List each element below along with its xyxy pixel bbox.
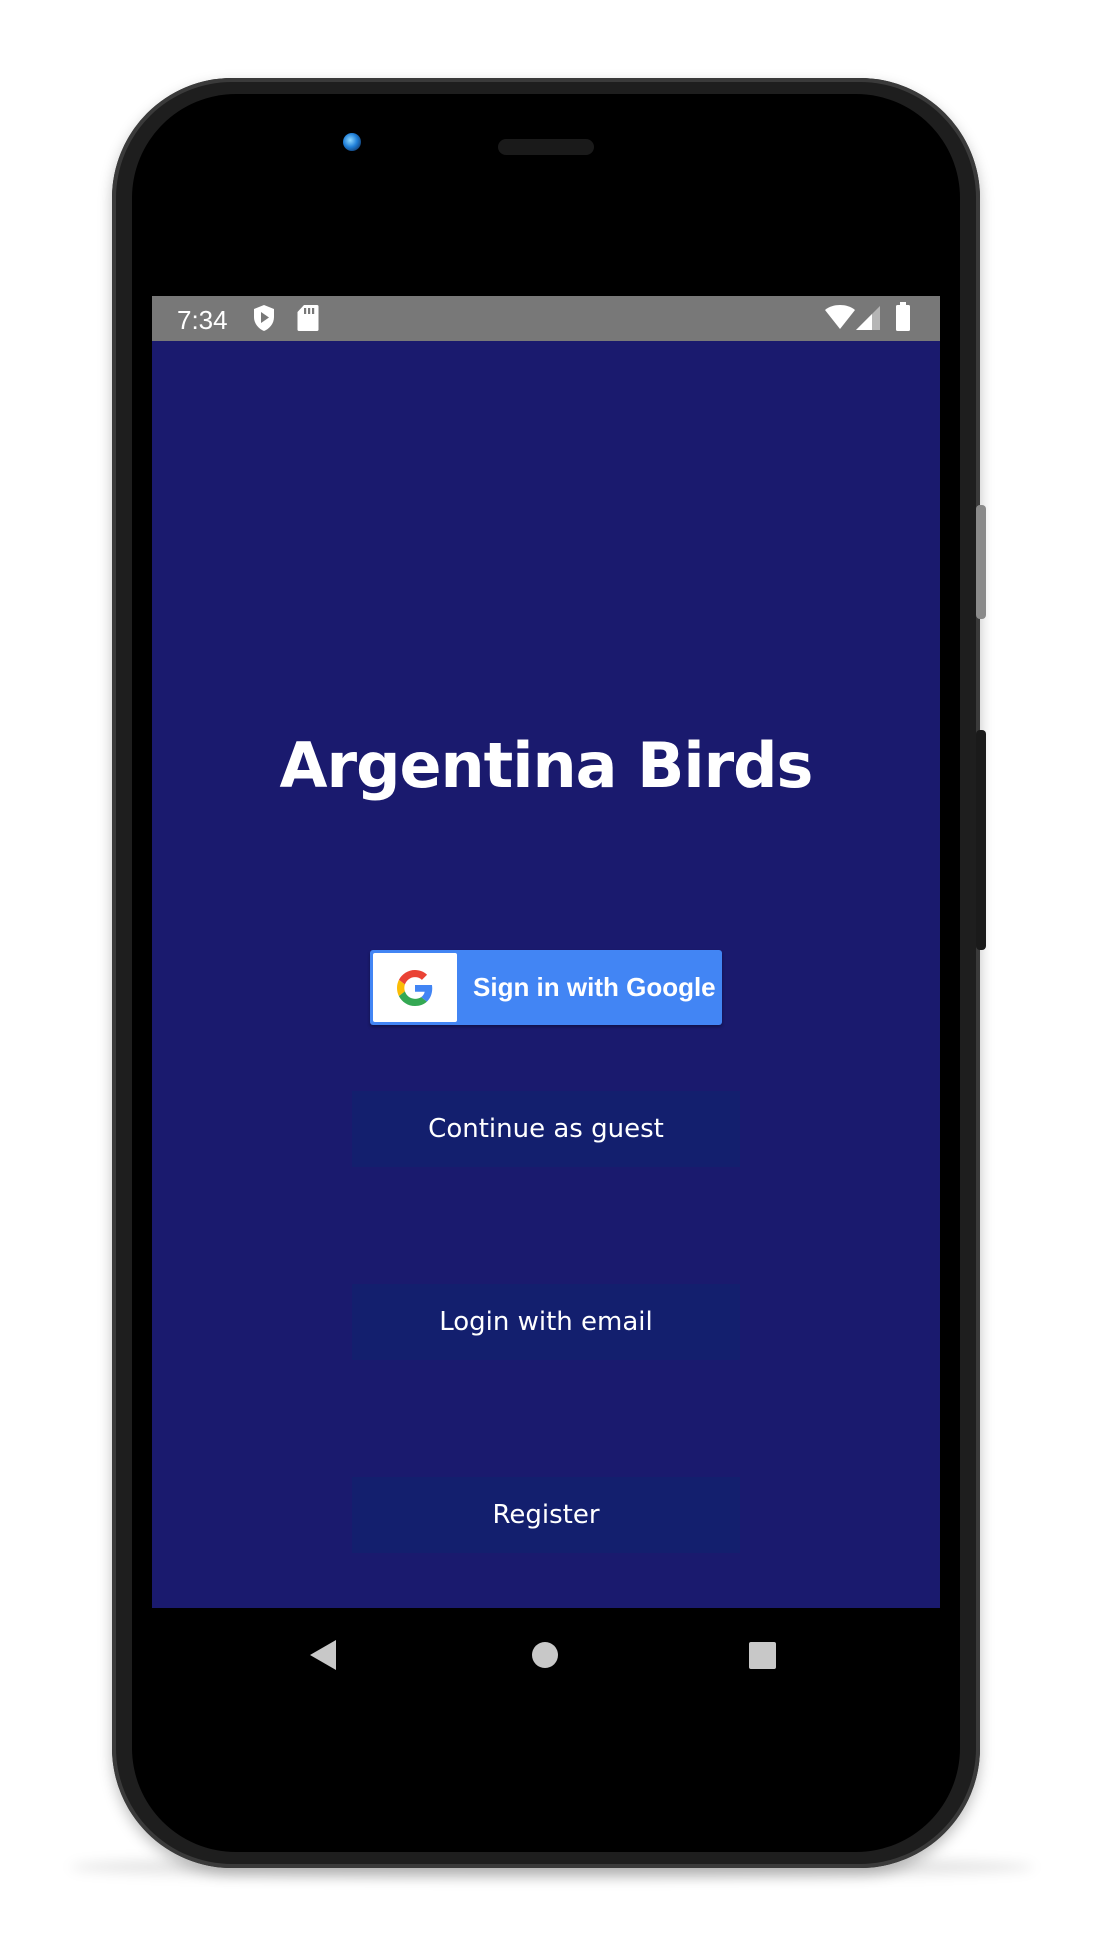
status-time: 7:34: [177, 305, 228, 335]
device-stage: 7:34 Argentina Birds Sign in with Google…: [0, 0, 1104, 1941]
google-sign-in-button[interactable]: Sign in with Google: [370, 950, 722, 1025]
app-title: Argentina Birds: [279, 729, 814, 802]
battery-icon: [896, 302, 910, 331]
cell-signal-icon: [856, 306, 880, 330]
google-logo-container: [373, 953, 457, 1022]
shield-play-icon: [254, 305, 274, 331]
login-with-email-button[interactable]: Login with email: [352, 1284, 740, 1360]
wifi-icon: [825, 305, 855, 329]
status-bar: 7:34: [152, 296, 940, 341]
front-camera: [343, 133, 361, 151]
app-screen: 7:34 Argentina Birds Sign in with Google…: [152, 296, 940, 1608]
earpiece-speaker: [498, 139, 594, 155]
sd-card-icon: [297, 305, 319, 331]
continue-as-guest-button[interactable]: Continue as guest: [352, 1091, 740, 1167]
back-icon[interactable]: [308, 1638, 338, 1672]
power-button: [976, 505, 986, 619]
volume-button: [976, 730, 986, 950]
register-button[interactable]: Register: [352, 1477, 740, 1553]
google-sign-in-label: Sign in with Google: [473, 972, 716, 1002]
home-icon[interactable]: [530, 1640, 560, 1670]
google-logo-icon: [397, 970, 433, 1006]
recents-icon[interactable]: [748, 1641, 777, 1670]
